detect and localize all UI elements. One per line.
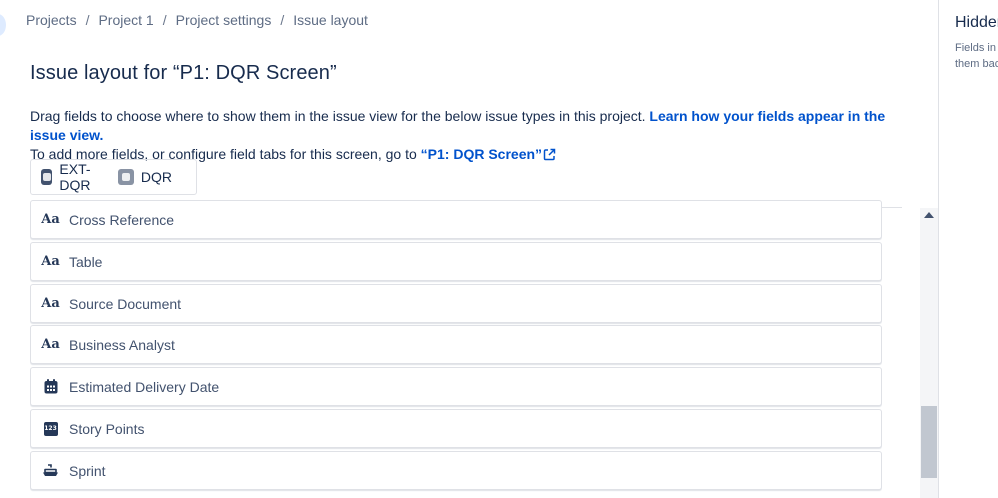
text-field-icon: Aa	[41, 337, 60, 352]
breadcrumb: Projects / Project 1 / Project settings …	[26, 12, 368, 28]
field-sprint[interactable]: Sprint	[30, 451, 882, 490]
calendar-icon	[42, 379, 59, 395]
issue-type-ext-dqr[interactable]: EXT-DQR	[41, 161, 104, 193]
field-estimated-delivery-date[interactable]: Estimated Delivery Date	[30, 367, 882, 406]
field-story-points[interactable]: 123 Story Points	[30, 409, 882, 448]
page-description: Drag fields to choose where to show them…	[30, 107, 910, 164]
field-label: Table	[69, 253, 103, 270]
text-field-icon: Aa	[41, 254, 60, 269]
text-field-icon: Aa	[41, 212, 60, 227]
breadcrumb-separator: /	[162, 12, 167, 28]
breadcrumb-issue-layout[interactable]: Issue layout	[293, 12, 368, 28]
breadcrumb-project-1[interactable]: Project 1	[98, 12, 153, 28]
field-source-document[interactable]: Aa Source Document	[30, 284, 882, 323]
hidden-panel-description: Fields in this section are hidden, drag …	[955, 42, 998, 70]
field-table[interactable]: Aa Table	[30, 242, 882, 281]
field-label: Business Analyst	[69, 336, 175, 353]
breadcrumb-separator: /	[280, 12, 285, 28]
issue-type-dqr[interactable]: DQR	[117, 169, 172, 185]
field-label: Story Points	[69, 420, 145, 437]
hidden-fields-panel: Hidden Fields in this section are hidden…	[938, 0, 998, 498]
external-link-icon	[543, 148, 556, 161]
screen-link-label: “P1: DQR Screen”	[420, 146, 543, 162]
number-glyph: 123	[43, 421, 58, 436]
issue-type-dqr-icon	[117, 169, 134, 185]
sprint-boat-icon	[42, 463, 59, 479]
issue-type-label: DQR	[140, 169, 172, 185]
screen-link[interactable]: “P1: DQR Screen”	[421, 146, 556, 162]
field-label: Source Document	[69, 295, 182, 312]
field-label: Estimated Delivery Date	[69, 378, 220, 395]
issue-type-ext-dqr-icon	[41, 169, 53, 185]
field-list: Aa Cross Reference Aa Table Aa Source Do…	[30, 200, 882, 498]
field-label: Sprint	[69, 462, 106, 479]
issue-type-label: EXT-DQR	[59, 161, 91, 193]
number-field-icon: 123	[42, 421, 59, 437]
scroll-up-arrow-icon[interactable]	[924, 212, 934, 218]
field-cross-reference[interactable]: Aa Cross Reference	[30, 200, 882, 239]
field-business-analyst[interactable]: Aa Business Analyst	[30, 325, 882, 364]
description-line1-text: Drag fields to choose where to show them…	[30, 108, 650, 124]
issue-types-panel: EXT-DQR DQR	[30, 159, 197, 195]
text-field-icon: Aa	[41, 296, 60, 311]
scrollbar-thumb[interactable]	[921, 406, 937, 478]
hidden-panel-title: Hidden	[955, 14, 998, 31]
breadcrumb-separator: /	[85, 12, 90, 28]
breadcrumb-projects[interactable]: Projects	[26, 12, 77, 28]
breadcrumb-project-settings[interactable]: Project settings	[176, 12, 272, 28]
left-nav-handle[interactable]	[0, 14, 6, 36]
field-label: Cross Reference	[69, 211, 175, 228]
page-title: Issue layout for “P1: DQR Screen”	[30, 62, 337, 84]
